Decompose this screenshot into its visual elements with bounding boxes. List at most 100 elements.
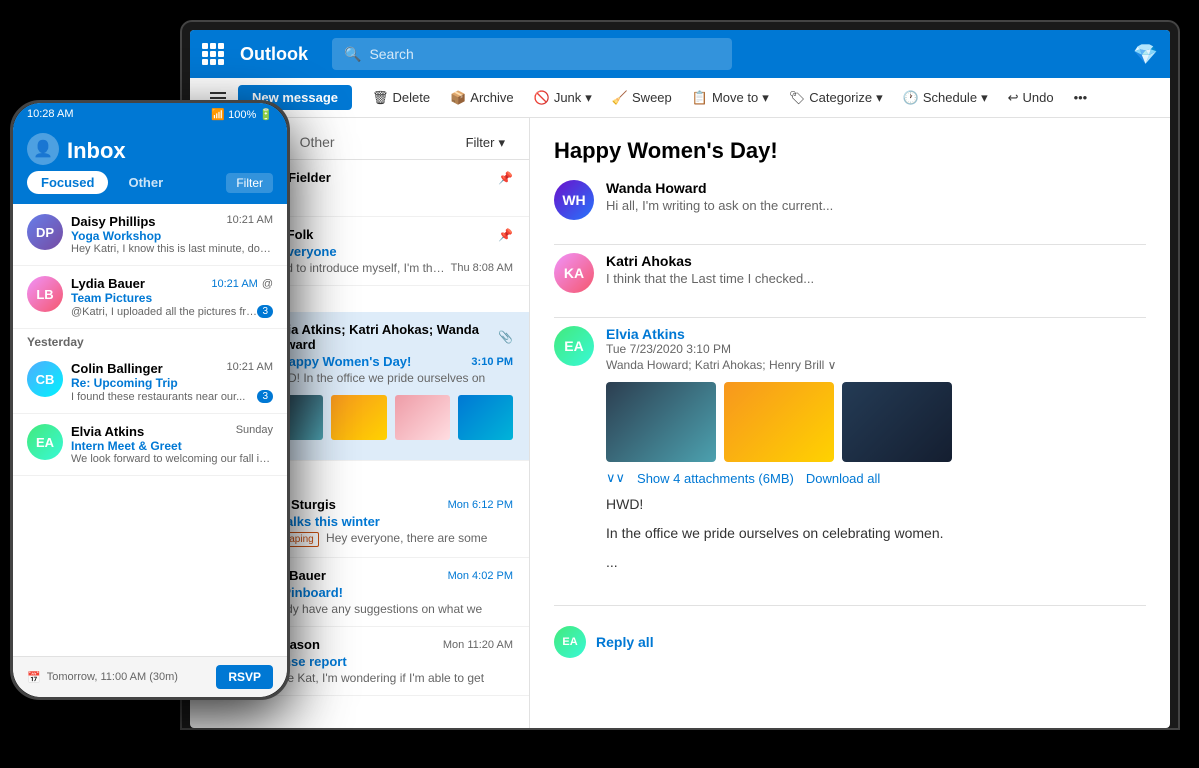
undo-button[interactable]: ↩ Undo: [1000, 86, 1062, 110]
mobile-email-colin[interactable]: CB Colin Ballinger 10:21 AM Re: Upcoming…: [13, 351, 287, 414]
app-grid-icon[interactable]: [202, 43, 224, 65]
mobile-status-bar: 10:28 AM 📶 100% 🔋: [13, 103, 287, 125]
sweep-icon: 🧹: [612, 90, 628, 106]
laptop-screen: Outlook 🔍 💎 New message 🗑 Delete �: [190, 30, 1170, 728]
mobile-tab-other[interactable]: Other: [114, 171, 177, 194]
mobile-preview: @Katri, I uploaded all the pictures fro.…: [71, 306, 257, 318]
mobile-badge: 3: [257, 390, 273, 403]
search-bar[interactable]: 🔍: [332, 38, 732, 70]
tab-other[interactable]: Other: [288, 126, 347, 160]
title-bar: Outlook 🔍 💎: [190, 30, 1170, 78]
email-preview: Anybody have any suggestions on what we: [252, 602, 513, 616]
archive-icon: 📦: [450, 90, 466, 106]
reading-img-3: [842, 382, 952, 462]
delete-icon: 🗑: [372, 90, 389, 106]
pin-icon: 📌: [498, 171, 513, 185]
conv-recipients: Wanda Howard; Katri Ahokas; Henry Brill …: [606, 358, 1146, 372]
junk-icon: 🚫: [534, 90, 550, 106]
rsvp-button[interactable]: RSVP: [216, 665, 273, 689]
archive-button[interactable]: 📦 Archive: [442, 86, 522, 110]
laptop-frame: Outlook 🔍 💎 New message 🗑 Delete �: [180, 20, 1180, 730]
mobile-avatar-lydia: LB: [27, 276, 63, 312]
reading-images: [606, 382, 1146, 462]
mobile-frame: 10:28 AM 📶 100% 🔋 👤 Inbox Focused Other …: [10, 100, 290, 700]
avatar-wanda: WH: [554, 180, 594, 220]
main-content: Focused Other Filter ▾ IF: [190, 118, 1170, 728]
mobile-time: 10:21 AM: [227, 214, 273, 229]
mobile-header: 👤 Inbox Focused Other Filter: [13, 125, 287, 204]
move-icon: 📋: [692, 90, 708, 106]
mobile-sender: Daisy Phillips: [71, 214, 156, 229]
mobile-section-yesterday: Yesterday: [13, 329, 287, 351]
mobile-email-daisy[interactable]: DP Daisy Phillips 10:21 AM Yoga Workshop…: [13, 204, 287, 266]
conversation-elvia-expanded: EA Elvia Atkins Tue 7/23/2020 3:10 PM Wa…: [554, 326, 1146, 581]
mobile-subject: Intern Meet & Greet: [71, 439, 273, 453]
calendar-icon: 📅: [27, 671, 41, 684]
mobile-avatar-elvia: EA: [27, 424, 63, 460]
reading-pane: Happy Women's Day! WH Wanda Howard Hi al…: [530, 118, 1170, 728]
mobile-avatar-colin: CB: [27, 361, 63, 397]
avatar-katri: KA: [554, 253, 594, 293]
search-input[interactable]: [369, 46, 720, 62]
email-preview: Hi there Kat, I'm wondering if I'm able …: [252, 671, 513, 685]
schedule-button[interactable]: 🕐 Schedule ▾: [895, 86, 996, 110]
mobile-status-icons: 📶 100% 🔋: [211, 108, 273, 121]
mobile-tab-focused[interactable]: Focused: [27, 171, 108, 194]
conv-preview: I think that the Last time I checked...: [606, 271, 814, 286]
email-subject: TED talks this winter: [252, 514, 513, 529]
mobile-screen: 10:28 AM 📶 100% 🔋 👤 Inbox Focused Other …: [13, 103, 287, 697]
conv-preview: Hi all, I'm writing to ask on the curren…: [606, 198, 833, 213]
footer-text: Tomorrow, 11:00 AM (30m): [47, 671, 178, 683]
move-to-button[interactable]: 📋 Move to ▾: [684, 86, 777, 110]
mobile-email-elvia[interactable]: EA Elvia Atkins Sunday Intern Meet & Gre…: [13, 414, 287, 476]
avatar-reply: EA: [554, 626, 586, 658]
conv-sender: Katri Ahokas: [606, 253, 814, 269]
conversation-wanda: WH Wanda Howard Hi all, I'm writing to a…: [554, 180, 1146, 220]
email-img-3: [395, 395, 450, 440]
delete-button[interactable]: 🗑 Delete: [364, 86, 438, 110]
email-time: Mon 11:20 AM: [443, 639, 513, 651]
mobile-subject: Yoga Workshop: [71, 229, 273, 243]
mobile-avatar-header: 👤: [27, 133, 59, 165]
mobile-footer: 📅 Tomorrow, 11:00 AM (30m) RSVP: [13, 656, 287, 697]
download-all-link[interactable]: Download all: [806, 471, 880, 486]
conv-meta: Tue 7/23/2020 3:10 PM: [606, 342, 1146, 356]
mobile-email-lydia[interactable]: LB Lydia Bauer 10:21 AM @ Team Pictures …: [13, 266, 287, 329]
reply-row: EA Reply all: [554, 626, 1146, 658]
filter-button[interactable]: Filter ▾: [458, 131, 513, 155]
email-img-2: [331, 395, 386, 440]
email-subject: New Pinboard!: [252, 585, 513, 600]
conversation-katri: KA Katri Ahokas I think that the Last ti…: [554, 253, 1146, 293]
mobile-sender: Elvia Atkins: [71, 424, 144, 439]
email-body-3: ...: [606, 552, 1146, 573]
email-subject: Hey everyone: [252, 244, 513, 259]
reading-img-1: [606, 382, 716, 462]
reply-all-button[interactable]: Reply all: [596, 634, 654, 650]
mobile-time: 10:21 AM: [211, 278, 257, 290]
email-images: [268, 395, 513, 440]
conv-sender: Wanda Howard: [606, 180, 833, 196]
mobile-filter-button[interactable]: Filter: [226, 173, 273, 193]
attachment-row[interactable]: ∨∨ Show 4 attachments (6MB) Download all: [606, 470, 1146, 486]
email-time: Mon 4:02 PM: [448, 570, 513, 582]
more-options-button[interactable]: •••: [1066, 86, 1096, 109]
categorize-button[interactable]: 🏷 Categorize ▾: [781, 86, 891, 110]
junk-button[interactable]: 🚫 Junk ▾: [526, 86, 600, 110]
avatar-elvia-reading: EA: [554, 326, 594, 366]
categorize-icon: 🏷: [789, 90, 806, 106]
show-attachments-label: Show 4 attachments (6MB): [637, 471, 794, 486]
mobile-preview: Hey Katri, I know this is last minute, d…: [71, 243, 273, 255]
mobile-sender: Colin Ballinger: [71, 361, 163, 376]
mobile-avatar-daisy: DP: [27, 214, 63, 250]
show-attachments-icon: ∨∨: [606, 470, 625, 486]
email-preview: HWD! In the office we pride ourselves on: [268, 371, 513, 385]
outlook-app: Outlook 🔍 💎 New message 🗑 Delete �: [190, 30, 1170, 728]
mobile-time: 10:21 AM: [227, 361, 273, 376]
at-icon: @: [262, 278, 273, 290]
email-time: Thu 8:08 AM: [451, 262, 513, 274]
sweep-button[interactable]: 🧹 Sweep: [604, 86, 680, 110]
email-time: 3:10 PM: [471, 356, 513, 368]
email-img-4: [458, 395, 513, 440]
search-icon: 🔍: [344, 46, 361, 63]
mobile-preview: We look forward to welcoming our fall in…: [71, 453, 273, 465]
